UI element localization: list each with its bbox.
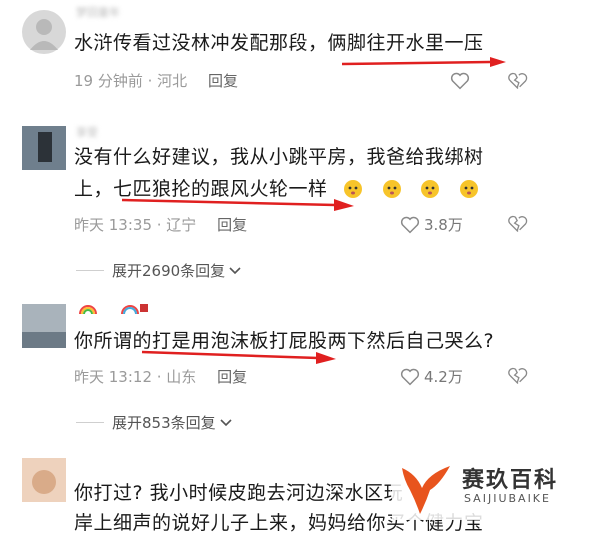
reply-button[interactable]: 回复	[217, 368, 247, 386]
like-count[interactable]: 4.2万	[400, 366, 463, 387]
sweat-emoji-icon	[421, 180, 440, 198]
dislike-icon[interactable]	[508, 366, 528, 386]
reply-button[interactable]: 回复	[217, 216, 247, 234]
avatar[interactable]	[22, 304, 66, 348]
timestamp-location: 昨天 13:35 · 辽宁	[74, 216, 197, 234]
comment-meta: 昨天 13:35 · 辽宁 回复	[74, 214, 247, 235]
like-heart-icon	[400, 216, 420, 233]
timestamp-location: 19 分钟前 · 河北	[74, 72, 188, 90]
reply-button[interactable]: 回复	[208, 72, 238, 90]
chevron-down-icon	[220, 418, 232, 426]
sweat-emoji-icon	[382, 180, 401, 198]
rainbow-icon	[79, 304, 148, 315]
avatar[interactable]	[22, 126, 66, 170]
sweat-emoji-icon	[459, 180, 478, 198]
red-underline	[341, 57, 506, 67]
like-count-value: 3.8万	[424, 216, 463, 234]
dolphin-tail-logo-icon	[402, 466, 450, 514]
username-badges	[78, 300, 148, 320]
like-heart-icon	[400, 368, 420, 385]
username[interactable]: 梦回童年	[76, 4, 120, 19]
comment-meta: 昨天 13:12 · 山东 回复	[74, 366, 247, 387]
timestamp-location: 昨天 13:12 · 山东	[74, 368, 197, 386]
dislike-icon[interactable]	[508, 71, 528, 91]
watermark-title: 赛玖百科	[462, 468, 559, 493]
watermark-subtitle: SAIJIUBAIKE	[464, 492, 551, 505]
divider	[76, 270, 104, 271]
expand-replies-label: 展开2690条回复	[112, 262, 226, 280]
comment-meta: 19 分钟前 · 河北 回复	[74, 70, 238, 91]
like-count[interactable]: 3.8万	[400, 214, 463, 235]
avatar[interactable]	[22, 10, 66, 54]
comment-1: 梦回童年 水浒传看过没林冲发配那段，俩脚往开水里一压 19 分钟前 · 河北 回…	[0, 0, 600, 110]
username[interactable]: 享受	[76, 124, 98, 139]
comment-2: 享受 没有什么好建议，我从小跳平房，我爸给我绑树 上，七匹狼抡的跟风火轮一样 昨…	[0, 118, 600, 288]
avatar-photo-icon	[22, 304, 66, 348]
avatar-photo-icon	[22, 126, 66, 170]
expand-replies-label: 展开853条回复	[112, 414, 216, 432]
avatar-photo-icon	[22, 458, 66, 502]
watermark-logo: 赛玖百科 SAIJIUBAIKE	[392, 456, 588, 520]
divider	[76, 422, 104, 423]
avatar[interactable]	[22, 458, 66, 502]
like-heart-icon[interactable]	[450, 72, 470, 90]
dislike-icon[interactable]	[508, 214, 528, 234]
comment-text-line-1: 没有什么好建议，我从小跳平房，我爸给我绑树	[74, 146, 484, 168]
red-underline	[121, 198, 354, 211]
expand-replies-button[interactable]: 展开853条回复	[76, 412, 232, 433]
avatar-placeholder-icon	[30, 19, 58, 50]
comment-3: 你所谓的打是用泡沫板打屁股两下然后自己哭么? 昨天 13:12 · 山东 回复 …	[0, 296, 600, 446]
expand-replies-button[interactable]: 展开2690条回复	[76, 260, 241, 281]
red-underline	[141, 350, 336, 364]
like-count-value: 4.2万	[424, 368, 463, 386]
chevron-down-icon	[229, 266, 241, 274]
